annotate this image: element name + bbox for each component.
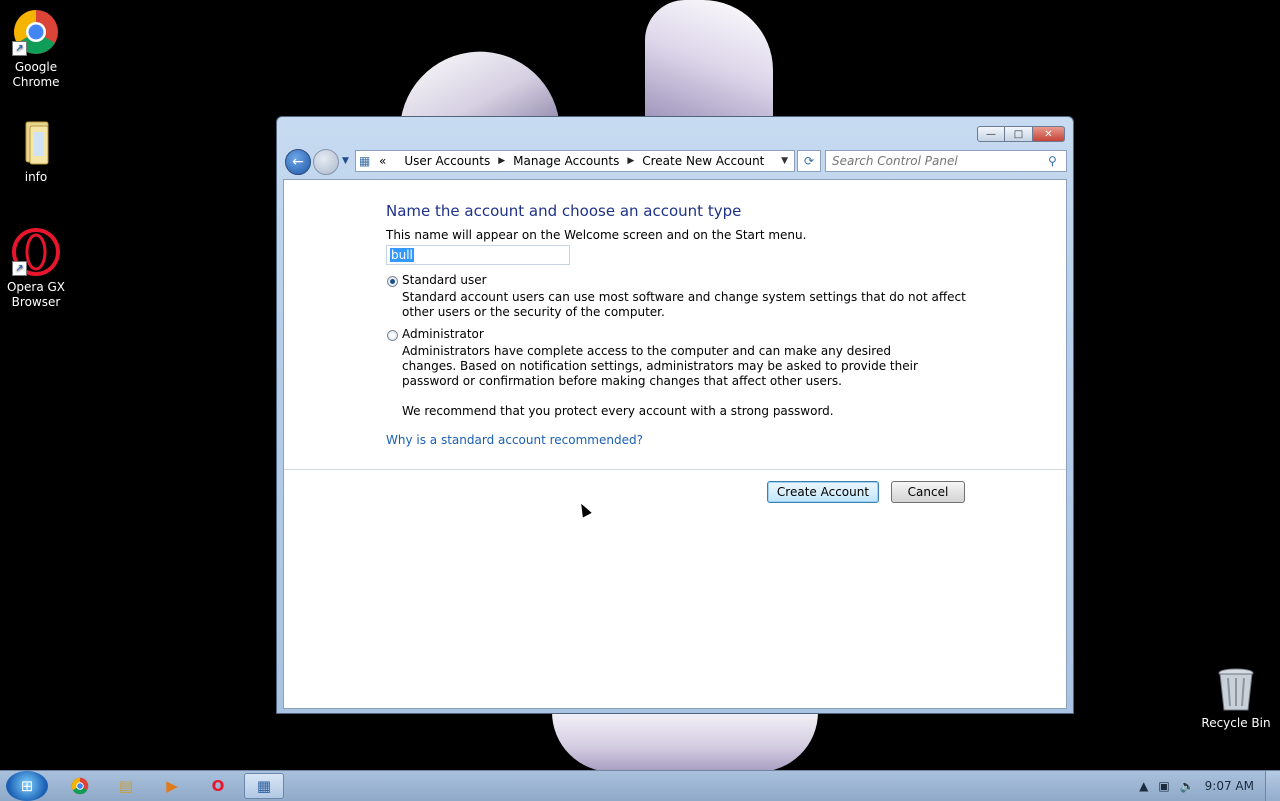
account-name-value: bull: [390, 248, 414, 262]
chrome-icon: [71, 777, 89, 795]
breadcrumb-overflow[interactable]: «: [379, 154, 386, 168]
minimize-button[interactable]: —: [977, 126, 1005, 142]
desktop-icon-label: info: [24, 170, 48, 184]
search-box[interactable]: ⚲: [825, 150, 1067, 172]
wallpaper-chin: [552, 712, 818, 772]
desktop-icon-recycle-bin[interactable]: Recycle Bin: [1200, 668, 1272, 731]
control-panel-icon: ▦: [256, 777, 272, 795]
desktop-icon-google-chrome[interactable]: ↗ Google Chrome: [0, 8, 72, 90]
divider: [284, 469, 1066, 470]
create-account-button[interactable]: Create Account: [767, 481, 879, 503]
breadcrumb-user-accounts[interactable]: User Accounts: [404, 154, 490, 168]
maximize-button[interactable]: □: [1005, 126, 1033, 142]
search-icon[interactable]: ⚲: [1048, 154, 1066, 168]
refresh-button[interactable]: ⟳: [797, 150, 821, 172]
content-pane: Name the account and choose an account t…: [283, 179, 1067, 709]
recent-pages-dropdown[interactable]: ▼: [342, 156, 349, 166]
administrator-label[interactable]: Administrator: [402, 327, 484, 341]
chrome-icon: ↗: [12, 8, 60, 56]
address-bar[interactable]: ▦ « User Accounts ▶ Manage Accounts ▶ Cr…: [355, 150, 795, 172]
page-title: Name the account and choose an account t…: [386, 202, 742, 220]
breadcrumb-separator-icon[interactable]: ▶: [627, 156, 634, 166]
taskbar-chrome[interactable]: [60, 773, 100, 799]
breadcrumb-manage-accounts[interactable]: Manage Accounts: [513, 154, 619, 168]
control-panel-icon: ▦: [359, 154, 371, 168]
name-instruction: This name will appear on the Welcome scr…: [386, 228, 807, 242]
administrator-description: Administrators have complete access to t…: [402, 344, 918, 388]
desktop-icon-label: Browser: [11, 295, 61, 309]
desktop-icon-label: Recycle Bin: [1201, 716, 1271, 730]
arrow-left-icon: ←: [292, 154, 304, 170]
desktop-icon-info-folder[interactable]: info: [0, 118, 72, 185]
control-panel-window: — □ ✕ ← ▼ ▦ « User Accounts ▶ Manage Acc…: [276, 116, 1074, 714]
password-recommendation: We recommend that you protect every acco…: [402, 404, 834, 418]
folder-icon: ▤: [118, 777, 134, 795]
volume-muted-icon[interactable]: 🔈: [1180, 779, 1195, 793]
show-desktop-button[interactable]: [1265, 771, 1280, 801]
taskbar-opera-gx[interactable]: O: [198, 773, 238, 799]
why-standard-account-link[interactable]: Why is a standard account recommended?: [386, 433, 643, 447]
account-name-input[interactable]: bull: [386, 245, 570, 265]
start-button[interactable]: ⊞: [6, 771, 48, 801]
administrator-radio[interactable]: [387, 330, 398, 341]
desktop-icon-label: Chrome: [12, 75, 60, 89]
clock[interactable]: 9:07 AM: [1205, 779, 1254, 793]
taskbar-media-player[interactable]: ▶: [152, 773, 192, 799]
recycle-bin-icon: [1216, 668, 1256, 712]
show-hidden-icons-icon[interactable]: ▲: [1139, 779, 1148, 793]
taskbar-file-explorer[interactable]: ▤: [106, 773, 146, 799]
breadcrumb-separator-icon[interactable]: ▶: [498, 156, 505, 166]
desktop-icon-opera-gx[interactable]: ↗ Opera GX Browser: [0, 228, 72, 310]
wallpaper-ear-right: [645, 0, 773, 125]
taskbar: ⊞ ▤ ▶ O ▦ ▲ ▣ 🔈 9:07 AM: [0, 770, 1280, 801]
desktop-icon-label: Google: [14, 60, 58, 74]
shortcut-arrow-icon: ↗: [12, 261, 27, 276]
standard-user-label[interactable]: Standard user: [402, 273, 487, 287]
address-dropdown-icon[interactable]: ▼: [781, 156, 788, 166]
opera-gx-icon: O: [211, 777, 225, 795]
navigation-bar: ← ▼ ▦ « User Accounts ▶ Manage Accounts …: [283, 149, 1067, 175]
taskbar-control-panel[interactable]: ▦: [244, 773, 284, 799]
desktop-icon-label: Opera GX: [6, 280, 66, 294]
breadcrumb-create-new-account[interactable]: Create New Account: [642, 154, 764, 168]
search-input[interactable]: [826, 153, 1048, 169]
close-button[interactable]: ✕: [1033, 126, 1065, 142]
folder-icon: [12, 118, 60, 166]
opera-gx-icon: ↗: [12, 228, 60, 276]
back-button[interactable]: ←: [285, 149, 311, 175]
refresh-icon: ⟳: [803, 154, 815, 168]
media-player-icon: ▶: [166, 777, 178, 795]
standard-user-description: Standard account users can use most soft…: [402, 290, 966, 319]
network-icon[interactable]: ▣: [1158, 779, 1169, 793]
windows-logo-icon: ⊞: [20, 777, 34, 795]
system-tray: ▲ ▣ 🔈 9:07 AM: [1139, 771, 1280, 801]
forward-button[interactable]: [313, 149, 339, 175]
shortcut-arrow-icon: ↗: [12, 41, 27, 56]
cancel-button[interactable]: Cancel: [891, 481, 965, 503]
standard-user-radio[interactable]: [387, 276, 398, 287]
caption-buttons: — □ ✕: [977, 126, 1065, 142]
